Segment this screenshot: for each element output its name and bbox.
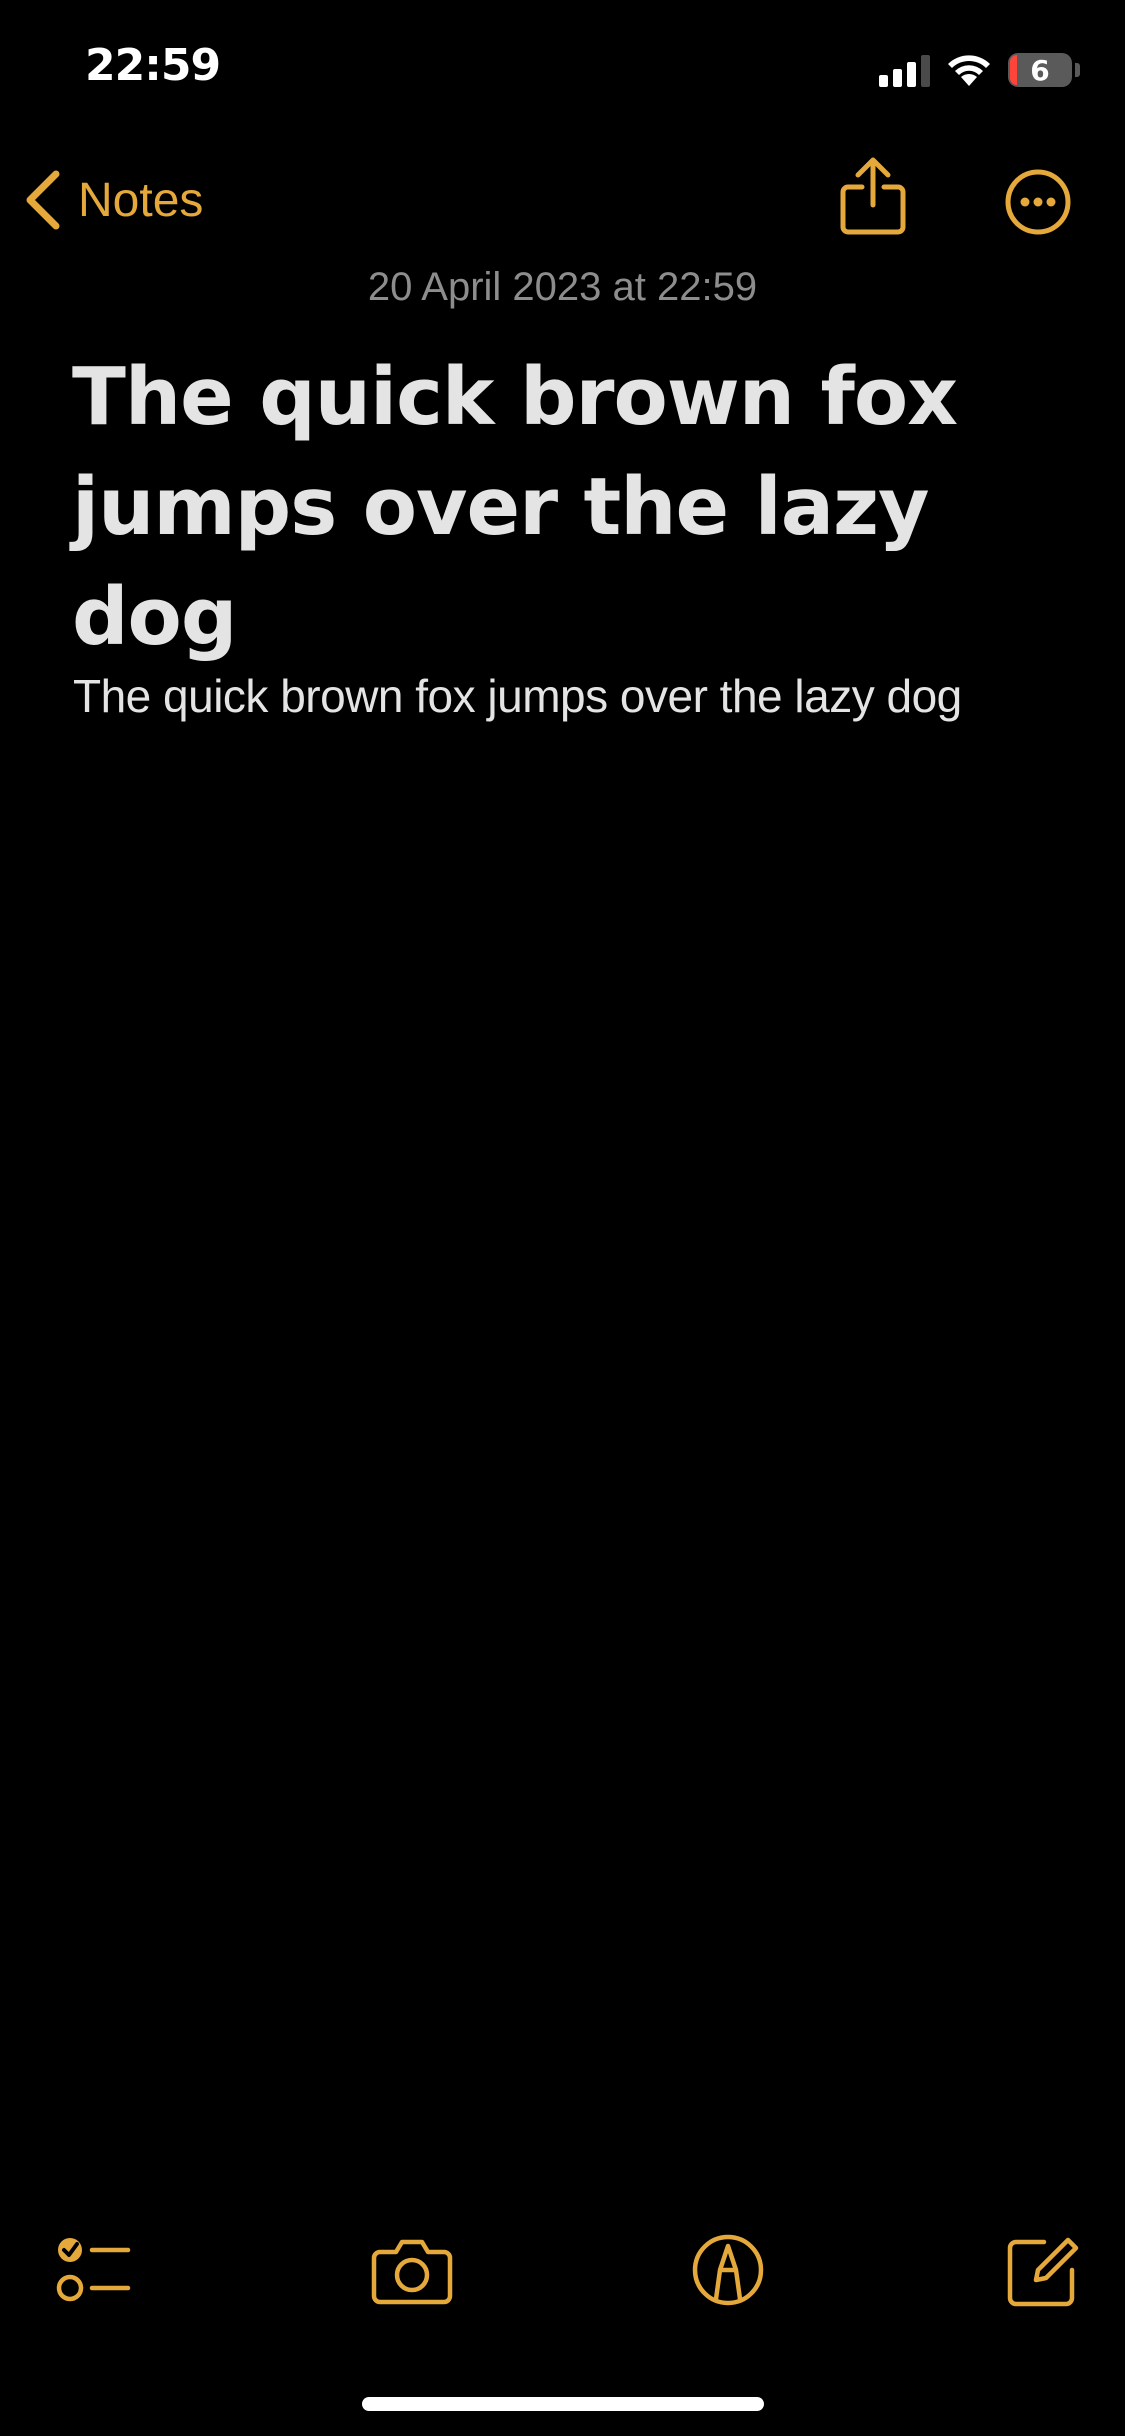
note-title[interactable]: The quick brown fox jumps over the lazy … [72,342,1072,672]
cellular-signal-icon [879,53,930,87]
markup-pen-icon [692,2234,764,2306]
status-time: 22:59 [85,40,221,91]
battery-nub [1075,63,1080,77]
ellipsis-circle-icon [1005,169,1071,235]
back-to-notes-button[interactable]: Notes [22,165,203,235]
wifi-icon [948,55,990,86]
camera-icon [371,2239,453,2305]
compose-button[interactable] [1000,2228,1084,2312]
checklist-icon [56,2238,131,2302]
compose-icon [1007,2237,1079,2307]
checklist-button[interactable] [52,2228,136,2312]
more-options-button[interactable] [1004,168,1072,236]
note-date: 20 April 2023 at 22:59 [367,265,758,309]
markup-button[interactable] [686,2228,770,2312]
battery-level: 6 [1030,53,1050,87]
back-button-label: Notes [78,173,204,227]
share-button[interactable] [838,155,908,237]
share-icon [840,157,906,235]
status-indicators: 6 [879,50,1080,90]
battery-icon: 6 [1008,53,1072,87]
chevron-left-icon [26,170,60,230]
note-body[interactable]: The quick brown fox jumps over the lazy … [73,666,1093,726]
camera-button[interactable] [370,2228,454,2312]
status-bar: 22:59 6 [0,0,1125,140]
home-indicator[interactable] [362,2397,764,2411]
